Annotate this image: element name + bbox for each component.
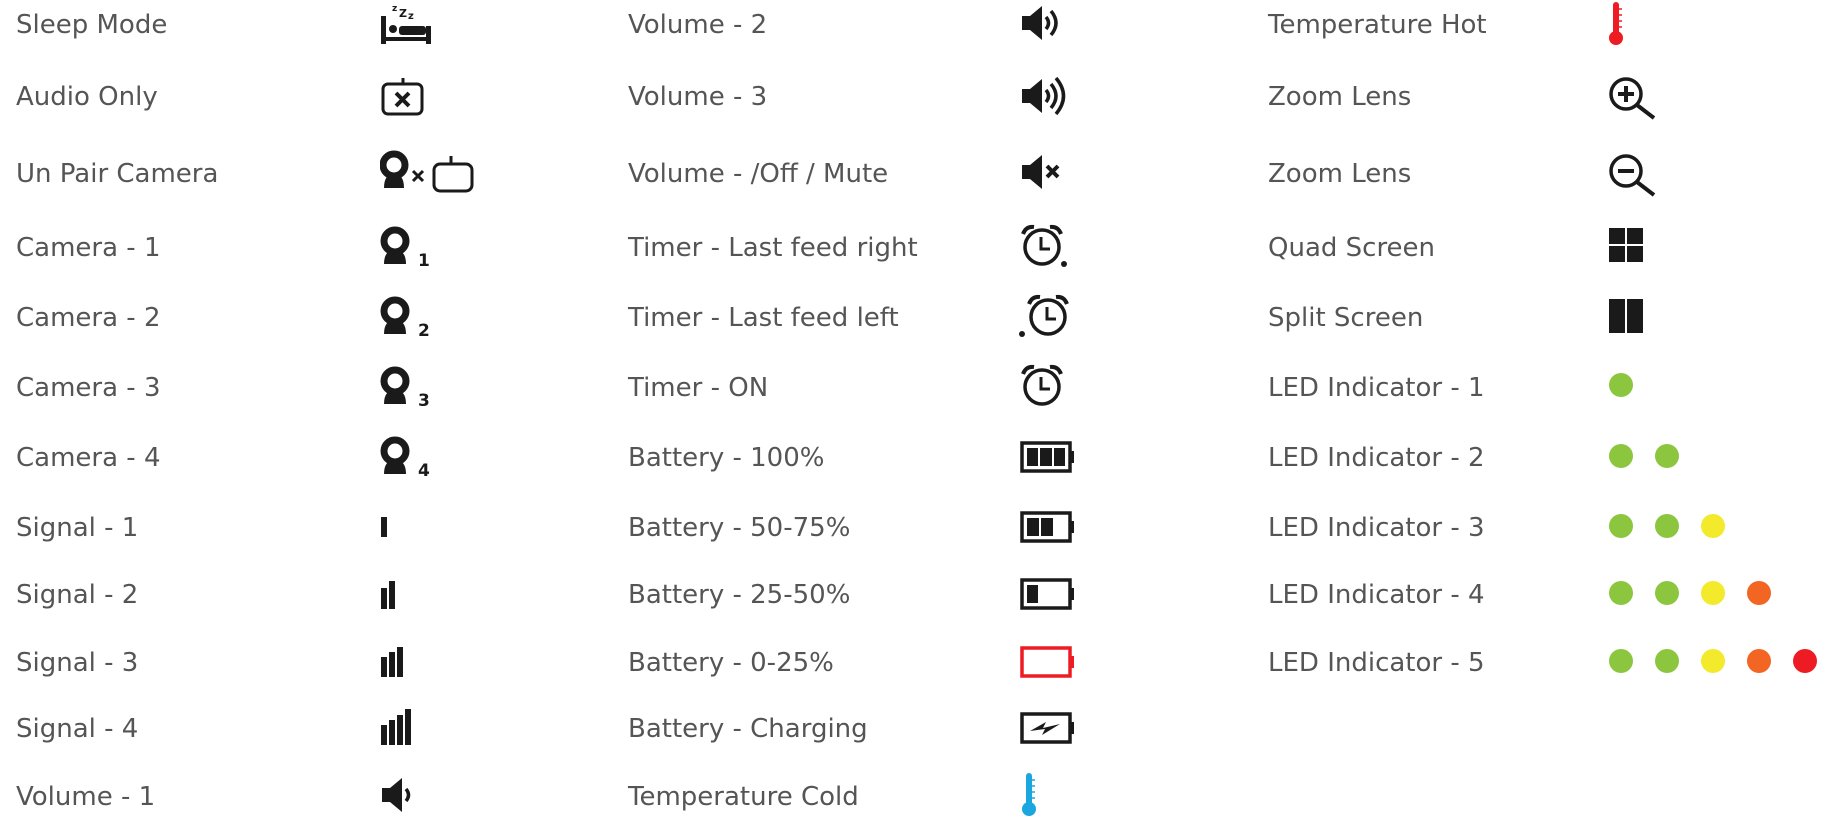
zoom-out-icon: [1609, 154, 1656, 197]
led-indicator-5-icon: [1609, 649, 1817, 673]
temperature-cold-icon: [1022, 773, 1036, 816]
label-camera-1: Camera - 1: [16, 233, 161, 263]
volume-3-icon: [1022, 76, 1066, 116]
camera-4-badge: 4: [418, 461, 430, 480]
battery-100-icon: [1020, 441, 1074, 473]
label-volume-mute: Volume - /Off / Mute: [628, 159, 889, 189]
label-signal-2: Signal - 2: [16, 580, 139, 610]
label-timer-last-feed-right: Timer - Last feed right: [628, 233, 918, 263]
svg-text:z: z: [408, 11, 414, 22]
zoom-in-icon: [1609, 77, 1656, 120]
svg-text:z: z: [392, 4, 397, 14]
camera-2-badge: 2: [418, 321, 430, 340]
quad-screen-icon: [1609, 228, 1643, 262]
label-volume-3: Volume - 3: [628, 82, 768, 112]
label-audio-only: Audio Only: [16, 82, 158, 112]
unpair-camera-icon: [380, 150, 474, 193]
label-led-3: LED Indicator - 3: [1268, 513, 1485, 543]
label-battery-50-75: Battery - 50-75%: [628, 513, 851, 543]
label-battery-25-50: Battery - 25-50%: [628, 580, 851, 610]
camera-2-icon: 2: [380, 296, 430, 340]
signal-2-icon: [381, 581, 395, 609]
label-led-2: LED Indicator - 2: [1268, 443, 1485, 473]
camera-1-icon: 1: [380, 226, 430, 270]
battery-0-25-icon: [1020, 646, 1074, 678]
label-zoom-in: Zoom Lens: [1268, 82, 1412, 112]
camera-1-badge: 1: [418, 251, 430, 270]
signal-1-icon: [381, 517, 387, 537]
split-screen-icon: [1609, 299, 1643, 333]
timer-left-icon: [1019, 294, 1069, 337]
led-indicator-4-icon: [1609, 581, 1771, 605]
label-signal-3: Signal - 3: [16, 648, 139, 678]
timer-on-icon: [1021, 364, 1063, 406]
label-signal-1: Signal - 1: [16, 513, 139, 543]
label-zoom-out: Zoom Lens: [1268, 159, 1412, 189]
label-unpair-camera: Un Pair Camera: [16, 159, 219, 189]
label-battery-0-25: Battery - 0-25%: [628, 648, 834, 678]
signal-3-icon: [381, 647, 403, 677]
label-signal-4: Signal - 4: [16, 714, 139, 744]
volume-2-icon: [1022, 6, 1058, 40]
label-battery-charging: Battery - Charging: [628, 714, 868, 744]
camera-3-badge: 3: [418, 391, 430, 410]
label-led-5: LED Indicator - 5: [1268, 648, 1485, 678]
temperature-hot-icon: [1609, 2, 1623, 45]
label-volume-2: Volume - 2: [628, 10, 768, 40]
sleep-icon: z Z z: [381, 4, 431, 44]
signal-4-icon: [381, 709, 411, 745]
led-indicator-3-icon: [1609, 514, 1725, 538]
camera-4-icon: 4: [380, 436, 430, 480]
audio-only-icon: [381, 78, 424, 116]
timer-right-icon: [1021, 224, 1067, 267]
battery-50-75-icon: [1020, 511, 1074, 543]
led-indicator-1-icon: [1609, 373, 1633, 397]
camera-3-icon: 3: [380, 366, 430, 410]
battery-25-50-icon: [1020, 578, 1074, 610]
label-camera-2: Camera - 2: [16, 303, 161, 333]
led-indicator-2-icon: [1609, 444, 1679, 468]
label-volume-1: Volume - 1: [16, 782, 156, 812]
label-led-4: LED Indicator - 4: [1268, 580, 1485, 610]
svg-text:Z: Z: [399, 7, 407, 20]
label-camera-4: Camera - 4: [16, 443, 161, 473]
label-battery-100: Battery - 100%: [628, 443, 825, 473]
label-timer-last-feed-left: Timer - Last feed left: [628, 303, 899, 333]
label-quad-screen: Quad Screen: [1268, 233, 1436, 263]
volume-mute-icon: [1022, 155, 1060, 189]
label-camera-3: Camera - 3: [16, 373, 161, 403]
volume-1-icon: [382, 778, 411, 812]
label-temperature-hot: Temperature Hot: [1268, 10, 1487, 40]
label-timer-on: Timer - ON: [628, 373, 769, 403]
label-temperature-cold: Temperature Cold: [628, 782, 859, 812]
label-led-1: LED Indicator - 1: [1268, 373, 1485, 403]
label-sleep-mode: Sleep Mode: [16, 10, 168, 40]
battery-charging-icon: [1020, 712, 1074, 744]
label-split-screen: Split Screen: [1268, 303, 1424, 333]
